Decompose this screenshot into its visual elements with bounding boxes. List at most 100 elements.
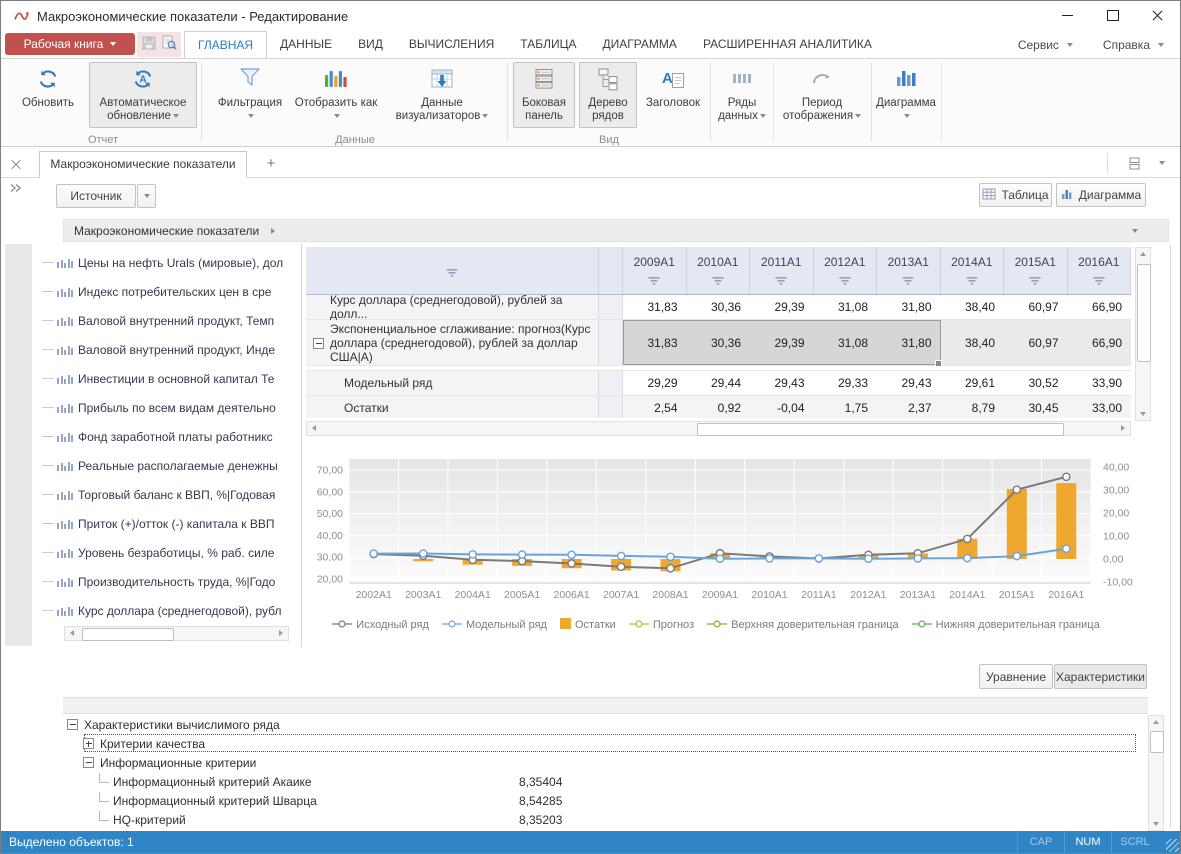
- stats-row[interactable]: Информационный критерий Шварца8,54285: [63, 791, 1148, 810]
- filter-icon[interactable]: [447, 267, 458, 281]
- tree-item[interactable]: Валовой внутренний продукт, Инде: [36, 335, 301, 364]
- filter-icon[interactable]: [649, 275, 660, 289]
- close-button[interactable]: [1135, 1, 1180, 30]
- visualizer-data-button[interactable]: Данные визуализаторов: [383, 62, 501, 128]
- table-cell[interactable]: 33,90: [1068, 371, 1132, 395]
- ribbon-tab-вид[interactable]: ВИД: [345, 31, 396, 58]
- table-cell[interactable]: 29,29: [623, 371, 687, 395]
- table-cell[interactable]: 30,52: [1004, 371, 1068, 395]
- ribbon-tab-данные[interactable]: ДАННЫЕ: [267, 31, 345, 58]
- table-cell[interactable]: 31,08: [814, 295, 878, 319]
- display-as-button[interactable]: Отобразить как: [293, 62, 379, 128]
- chart-ribbon-button[interactable]: Диаграмма: [875, 62, 937, 128]
- table-cell[interactable]: 60,97: [1004, 320, 1068, 365]
- filter-button[interactable]: Фильтрация: [211, 62, 289, 128]
- source-dropdown-button[interactable]: [137, 184, 156, 208]
- document-tab[interactable]: Макроэкономические показатели: [39, 151, 247, 178]
- row-header[interactable]: Экспоненциальное сглаживание: прогноз(Ку…: [306, 320, 599, 365]
- data-series-button[interactable]: Ряды данных: [714, 62, 770, 128]
- table-view-button[interactable]: Таблица: [979, 183, 1052, 207]
- tree-item[interactable]: Торговый баланс к ВВП, %|Годовая: [36, 480, 301, 509]
- table-cell[interactable]: 8,79: [941, 396, 1005, 418]
- stats-row[interactable]: Информационный критерий Акаике8,35404: [63, 772, 1148, 791]
- row-header[interactable]: Курс доллара (среднегодовой), рублей за …: [306, 295, 599, 319]
- table-cell[interactable]: 2,37: [877, 396, 941, 418]
- ribbon-tab-вычисления[interactable]: ВЫЧИСЛЕНИЯ: [396, 31, 507, 58]
- table-cell[interactable]: 31,83: [623, 295, 687, 319]
- column-header-2012A1[interactable]: 2012A1: [814, 247, 878, 294]
- tree-item[interactable]: Курс доллара (среднегодовой), рубл: [36, 596, 301, 625]
- table-vertical-scrollbar[interactable]: [1135, 247, 1151, 421]
- table-cell[interactable]: 30,36: [687, 320, 751, 365]
- series-tree-button[interactable]: Дерево рядов: [579, 62, 637, 128]
- stats-row[interactable]: Информационные критерии: [63, 753, 1148, 772]
- table-cell[interactable]: 38,40: [941, 295, 1005, 319]
- table-cell[interactable]: 30,36: [687, 295, 751, 319]
- column-header-2013A1[interactable]: 2013A1: [877, 247, 941, 294]
- table-cell[interactable]: 30,45: [1004, 396, 1068, 418]
- tree-item[interactable]: Прибыль по всем видам деятельно: [36, 393, 301, 422]
- minimize-button[interactable]: [1045, 1, 1090, 30]
- tree-item[interactable]: Индекс потребительских цен в сре: [36, 277, 301, 306]
- table-cell[interactable]: 31,08: [814, 320, 878, 365]
- characteristics-button[interactable]: Характеристики: [1054, 664, 1147, 689]
- row-header[interactable]: Модельный ряд: [306, 371, 599, 395]
- refresh-button[interactable]: Обновить: [11, 62, 85, 128]
- filter-icon[interactable]: [712, 275, 723, 289]
- collapsed-side-strip[interactable]: [5, 244, 32, 646]
- collapse-expander-icon[interactable]: [83, 757, 94, 768]
- expand-expander-icon[interactable]: [83, 738, 94, 749]
- close-document-icon[interactable]: [11, 158, 21, 172]
- table-cell[interactable]: 1,75: [814, 396, 878, 418]
- table-cell[interactable]: 29,43: [877, 371, 941, 395]
- tree-horizontal-scrollbar[interactable]: [64, 626, 289, 641]
- tree-item[interactable]: Инвестиции в основной капитал Те: [36, 364, 301, 393]
- service-menu[interactable]: Сервис: [1018, 38, 1073, 52]
- filter-icon[interactable]: [966, 275, 977, 289]
- table-cell[interactable]: -0,04: [750, 396, 814, 418]
- equation-button[interactable]: Уравнение: [979, 664, 1053, 689]
- window-layout-icon[interactable]: [1127, 156, 1142, 174]
- column-header-2011A1[interactable]: 2011A1: [750, 247, 814, 294]
- table-cell[interactable]: 31,80: [877, 295, 941, 319]
- column-header-2015A1[interactable]: 2015A1: [1004, 247, 1068, 294]
- side-panel-button[interactable]: Боковая панель: [513, 62, 575, 128]
- breadcrumb[interactable]: Макроэкономические показатели: [63, 219, 1169, 242]
- auto-refresh-button[interactable]: A Автоматическое обновление: [89, 62, 197, 128]
- table-cell[interactable]: 0,92: [687, 396, 751, 418]
- table-cell[interactable]: 66,90: [1068, 320, 1132, 365]
- ribbon-tab-таблица[interactable]: ТАБЛИЦА: [507, 31, 589, 58]
- table-cell[interactable]: 29,44: [687, 371, 751, 395]
- tree-item[interactable]: Фонд заработной платы работникс: [36, 422, 301, 451]
- display-period-button[interactable]: Период отображения: [777, 62, 867, 128]
- column-header-2009A1[interactable]: 2009A1: [623, 247, 687, 294]
- table-cell[interactable]: 66,90: [1068, 295, 1132, 319]
- table-corner-header[interactable]: [306, 247, 599, 294]
- filter-icon[interactable]: [776, 275, 787, 289]
- table-cell[interactable]: 2,54: [623, 396, 687, 418]
- collapse-expander-icon[interactable]: [67, 719, 78, 730]
- stats-row[interactable]: Критерии качества: [63, 734, 1148, 753]
- tree-item[interactable]: Реальные располагаемые денежны: [36, 451, 301, 480]
- tree-item[interactable]: Производительность труда, %|Годо: [36, 567, 301, 596]
- table-horizontal-scrollbar[interactable]: [306, 421, 1131, 436]
- preview-icon[interactable]: [161, 35, 177, 54]
- table-cell[interactable]: 29,61: [941, 371, 1005, 395]
- chevron-down-icon[interactable]: [1132, 229, 1138, 233]
- column-header-2016A1[interactable]: 2016A1: [1068, 247, 1132, 294]
- table-cell[interactable]: 60,97: [1004, 295, 1068, 319]
- column-header-2014A1[interactable]: 2014A1: [941, 247, 1005, 294]
- filter-icon[interactable]: [903, 275, 914, 289]
- table-cell[interactable]: 29,39: [750, 295, 814, 319]
- stats-row[interactable]: Характеристики вычислимого ряда: [63, 715, 1148, 734]
- table-cell[interactable]: 38,40: [941, 320, 1005, 365]
- column-header-2010A1[interactable]: 2010A1: [687, 247, 751, 294]
- filter-icon[interactable]: [1093, 275, 1104, 289]
- row-header[interactable]: Остатки: [306, 396, 599, 418]
- ribbon-tab-диаграмма[interactable]: ДИАГРАММА: [589, 31, 689, 58]
- table-cell[interactable]: 29,33: [814, 371, 878, 395]
- maximize-button[interactable]: [1090, 1, 1135, 30]
- tree-item[interactable]: Цены на нефть Urals (мировые), дол: [36, 248, 301, 277]
- source-button[interactable]: Источник: [56, 184, 136, 208]
- table-cell[interactable]: 31,80: [877, 320, 941, 365]
